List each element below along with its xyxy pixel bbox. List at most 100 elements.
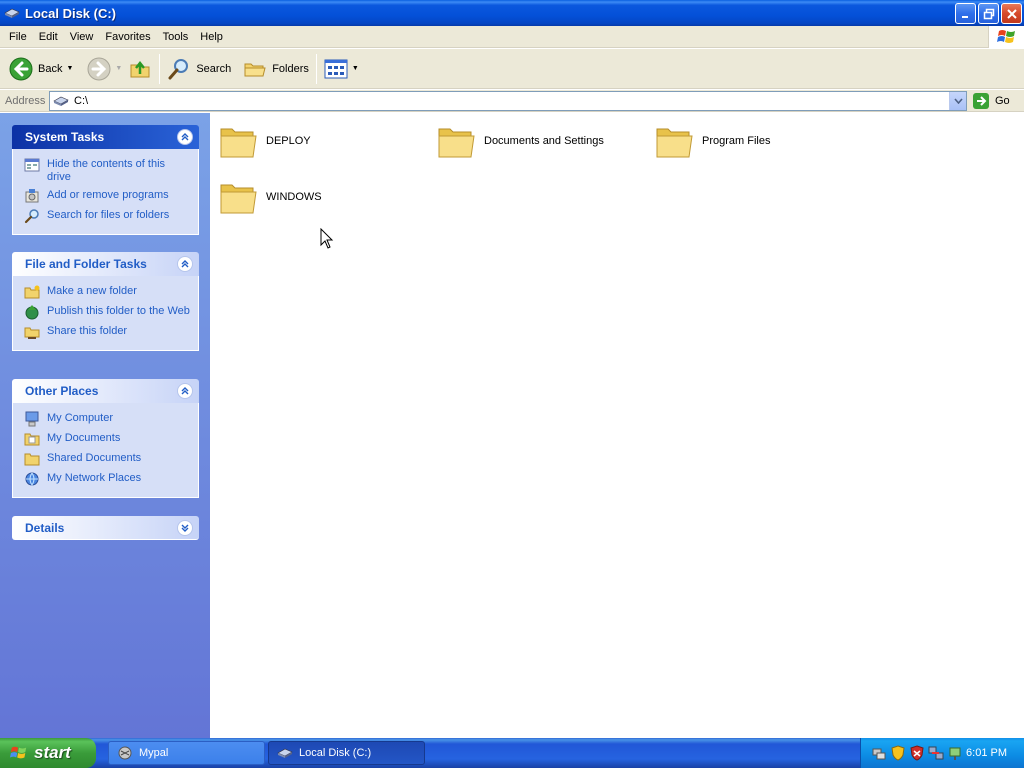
back-button[interactable]: Back ▼ xyxy=(6,52,76,86)
network-tray-icon[interactable] xyxy=(871,745,887,761)
place-network-places[interactable]: My Network Places xyxy=(13,469,198,489)
forward-button[interactable]: ▼ xyxy=(84,52,125,86)
clock[interactable]: 6:01 PM xyxy=(966,747,1007,759)
start-button[interactable]: start xyxy=(0,738,96,768)
explorer-screen: Local Disk (C:) File Edit View Favorites… xyxy=(0,0,1024,768)
go-arrow-icon xyxy=(973,93,989,109)
other-places-body: My Computer My Documents Shared Document… xyxy=(12,403,199,498)
place-label: My Network Places xyxy=(47,472,142,484)
views-dropdown-icon[interactable]: ▼ xyxy=(352,65,359,72)
details-panel: Details xyxy=(12,516,199,540)
folder-item[interactable]: Documents and Settings xyxy=(436,121,604,161)
title-bar[interactable]: Local Disk (C:) xyxy=(0,0,1024,26)
collapse-icon[interactable] xyxy=(177,129,193,145)
forward-dropdown-icon[interactable]: ▼ xyxy=(115,65,122,72)
menu-edit[interactable]: Edit xyxy=(33,31,64,43)
safely-remove-hardware-icon[interactable] xyxy=(947,745,963,761)
toolbar-separator xyxy=(315,53,317,84)
shared-documents-icon xyxy=(23,451,41,467)
toolbar-separator xyxy=(159,53,161,84)
file-folder-tasks-title: File and Folder Tasks xyxy=(25,257,147,271)
task-add-remove-programs[interactable]: Add or remove programs xyxy=(13,186,198,206)
menu-favorites[interactable]: Favorites xyxy=(99,31,156,43)
chevron-down-icon xyxy=(953,98,963,104)
other-places-header[interactable]: Other Places xyxy=(12,379,199,403)
expand-icon[interactable] xyxy=(177,520,193,536)
address-bar: Address C:\ Go xyxy=(0,90,1024,112)
menu-tools[interactable]: Tools xyxy=(157,31,195,43)
task-label: Publish this folder to the Web xyxy=(47,305,190,317)
folder-name: DEPLOY xyxy=(266,135,311,147)
minimize-button[interactable] xyxy=(955,3,976,24)
collapse-icon[interactable] xyxy=(177,256,193,272)
windows-flag-icon xyxy=(10,746,27,759)
system-tasks-title: System Tasks xyxy=(25,130,105,144)
mouse-cursor-icon xyxy=(320,228,334,249)
folder-item[interactable]: DEPLOY xyxy=(218,121,311,161)
folder-name: Program Files xyxy=(702,135,771,147)
drive-icon xyxy=(277,745,293,761)
views-icon xyxy=(324,59,348,78)
start-label: start xyxy=(34,743,71,762)
minimize-icon xyxy=(961,15,968,18)
system-tasks-header[interactable]: System Tasks xyxy=(12,125,199,149)
task-share-folder[interactable]: Share this folder xyxy=(13,322,198,342)
taskbar-button-mypal[interactable]: Mypal xyxy=(108,741,265,765)
go-label: Go xyxy=(995,95,1010,107)
place-shared-documents[interactable]: Shared Documents xyxy=(13,449,198,469)
collapse-icon[interactable] xyxy=(177,383,193,399)
window-title: Local Disk (C:) xyxy=(25,5,117,21)
folders-icon xyxy=(244,63,266,76)
task-label: Make a new folder xyxy=(47,285,137,297)
drive-icon xyxy=(53,96,69,106)
task-hide-contents[interactable]: Hide the contents of this drive xyxy=(13,155,198,186)
close-button[interactable] xyxy=(1001,3,1022,24)
menu-file[interactable]: File xyxy=(0,31,33,43)
restore-icon xyxy=(983,8,994,19)
folder-view: DEPLOY Documents and Settings Program Fi… xyxy=(210,113,1024,738)
task-new-folder[interactable]: Make a new folder xyxy=(13,282,198,302)
other-places-title: Other Places xyxy=(25,384,99,398)
taskbar-button-local-disk[interactable]: Local Disk (C:) xyxy=(268,741,425,765)
task-label: Add or remove programs xyxy=(47,189,169,201)
system-tasks-panel: System Tasks Hide the contents of this d… xyxy=(12,125,199,235)
restore-button[interactable] xyxy=(978,3,999,24)
standard-toolbar: Back ▼ ▼ Search Folders ▼ xyxy=(0,49,1024,89)
folder-item[interactable]: Program Files xyxy=(654,121,770,161)
search-icon xyxy=(168,58,189,79)
back-dropdown-icon[interactable]: ▼ xyxy=(66,65,73,72)
place-label: My Documents xyxy=(47,432,121,444)
search-icon xyxy=(23,208,41,224)
folder-icon xyxy=(220,184,257,214)
network-places-icon xyxy=(23,471,41,487)
go-button[interactable]: Go xyxy=(972,91,1010,111)
task-search-files[interactable]: Search for files or folders xyxy=(13,206,198,226)
address-field[interactable]: C:\ xyxy=(49,91,967,111)
up-folder-icon xyxy=(130,60,150,77)
close-icon xyxy=(1006,8,1017,19)
publish-web-icon xyxy=(23,304,41,320)
network-connection-icon[interactable] xyxy=(928,745,944,761)
folders-button[interactable]: Folders xyxy=(240,52,312,86)
add-remove-programs-icon xyxy=(23,188,41,204)
place-my-computer[interactable]: My Computer xyxy=(13,409,198,429)
address-dropdown-button[interactable] xyxy=(949,92,966,110)
folder-item[interactable]: WINDOWS xyxy=(218,177,322,217)
security-alert-icon[interactable] xyxy=(909,745,925,761)
place-my-documents[interactable]: My Documents xyxy=(13,429,198,449)
menu-view[interactable]: View xyxy=(64,31,100,43)
security-shield-icon[interactable] xyxy=(890,745,906,761)
views-button[interactable]: ▼ xyxy=(321,52,362,86)
details-header[interactable]: Details xyxy=(12,516,199,540)
search-button[interactable]: Search xyxy=(164,52,234,86)
menu-help[interactable]: Help xyxy=(194,31,229,43)
place-label: Shared Documents xyxy=(47,452,142,464)
back-arrow-icon xyxy=(9,57,33,80)
folder-icon xyxy=(656,128,693,158)
details-title: Details xyxy=(25,520,65,535)
up-folder-button[interactable] xyxy=(125,52,155,86)
task-label: Share this folder xyxy=(47,325,128,337)
task-publish-web[interactable]: Publish this folder to the Web xyxy=(13,302,198,322)
windows-logo-icon xyxy=(988,26,1024,48)
file-folder-tasks-header[interactable]: File and Folder Tasks xyxy=(12,252,199,276)
